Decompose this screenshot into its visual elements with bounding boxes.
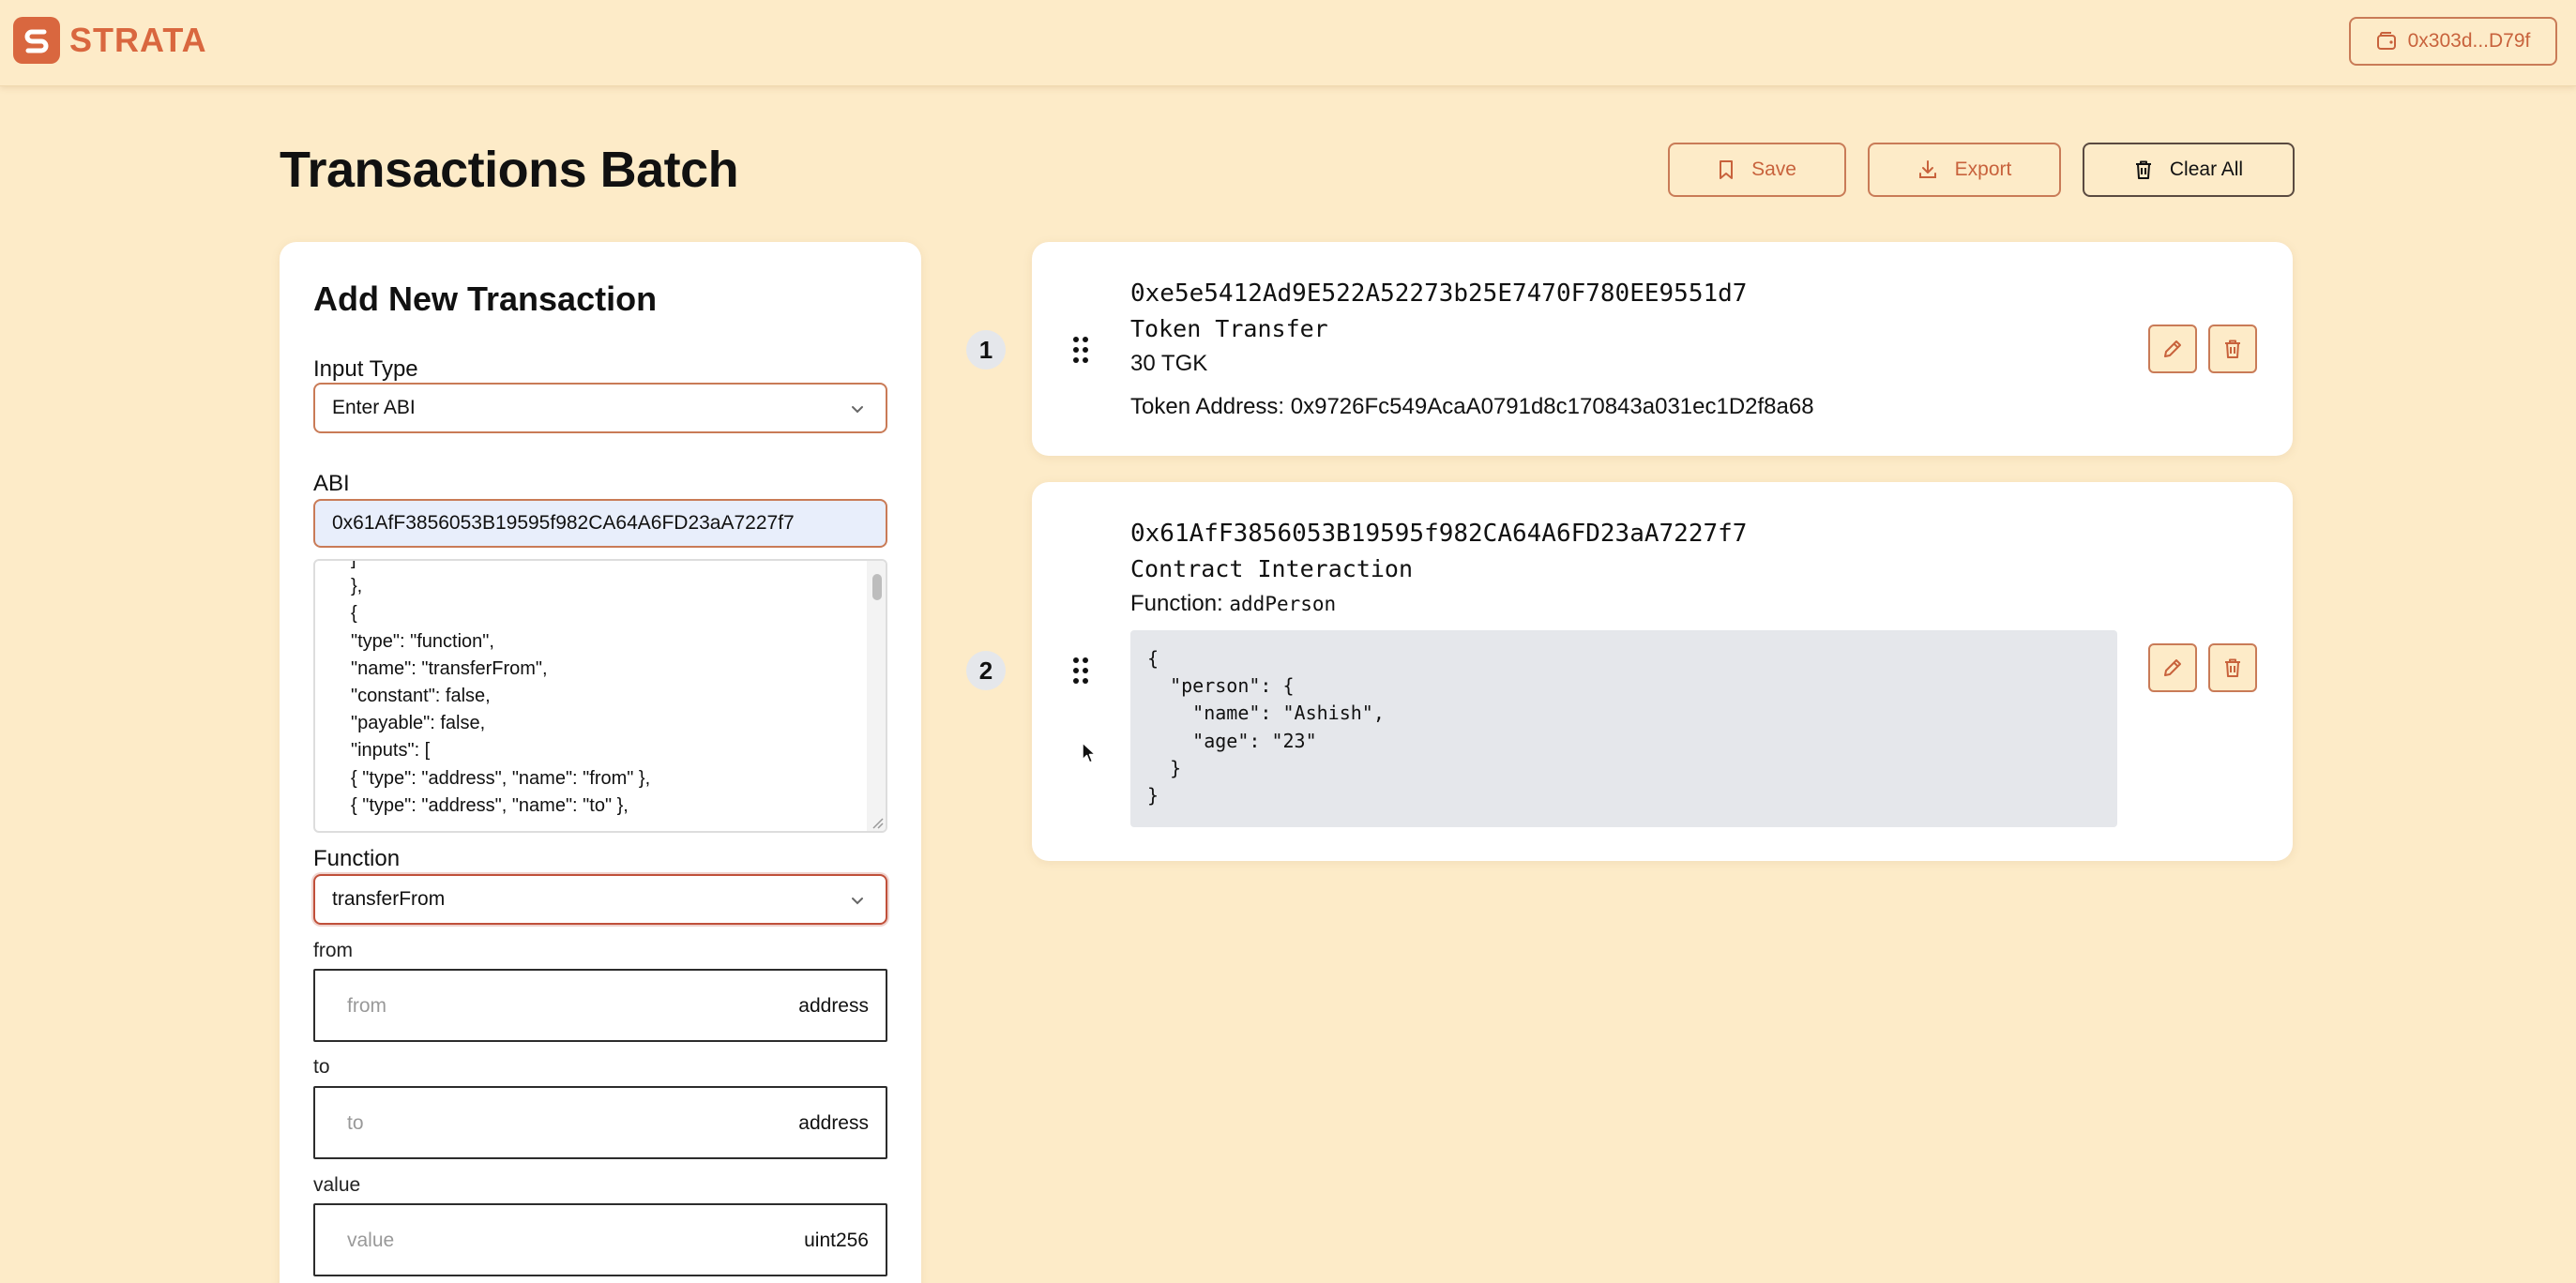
param-label-from: from: [313, 940, 353, 961]
add-transaction-card: Add New Transaction Input Type Enter ABI…: [280, 242, 921, 1283]
transaction-card: 0x61AfF3856053B19595f982CA64A6FD23aA7227…: [1032, 482, 2293, 861]
function-select[interactable]: transferFrom: [313, 874, 887, 925]
value-type: uint256: [804, 1230, 869, 1251]
abi-label: ABI: [313, 471, 350, 496]
abi-textarea[interactable]: ] }, { "type": "function", "name": "tran…: [313, 559, 887, 833]
edit-button[interactable]: [2148, 643, 2197, 692]
export-label: Export: [1954, 158, 2012, 180]
transaction-type: Contract Interaction: [1130, 555, 1414, 582]
mouse-cursor-icon: [1082, 742, 1097, 763]
to-input[interactable]: to address: [313, 1086, 887, 1159]
function-prefix: Function:: [1130, 591, 1223, 616]
input-type-value: Enter ABI: [332, 397, 416, 418]
trash-icon: [2135, 160, 2151, 179]
transaction-address: 0x61AfF3856053B19595f982CA64A6FD23aA7227…: [1130, 520, 1748, 548]
scroll-thumb[interactable]: [872, 574, 882, 600]
export-button[interactable]: Export: [1868, 143, 2061, 197]
logo-icon: [13, 17, 60, 64]
transaction-function: Function: addPerson: [1130, 591, 1336, 617]
top-bar: STRATA 0x303d...D79f: [0, 0, 2576, 86]
download-icon: [1918, 160, 1936, 178]
token-address: Token Address: 0x9726Fc549AcaA0791d8c170…: [1130, 394, 1814, 419]
transaction-number-badge: 2: [966, 651, 1006, 690]
from-input[interactable]: from address: [313, 969, 887, 1042]
delete-button[interactable]: [2208, 325, 2257, 373]
drag-handle-icon[interactable]: [1072, 657, 1089, 685]
pencil-icon: [2164, 340, 2181, 357]
wallet-address: 0x303d...D79f: [2407, 30, 2531, 52]
bookmark-icon: [1720, 160, 1734, 179]
edit-button[interactable]: [2148, 325, 2197, 373]
value-placeholder: value: [347, 1230, 395, 1251]
arguments-code-block: { "person": { "name": "Ashish", "age": "…: [1130, 630, 2117, 827]
trash-icon: [2225, 658, 2240, 677]
transaction-card: 0xe5e5412Ad9E522A52273b25E7470F780EE9551…: [1032, 242, 2293, 456]
clear-all-button[interactable]: Clear All: [2083, 143, 2295, 197]
transaction-number-badge: 1: [966, 330, 1006, 370]
transaction-address: 0xe5e5412Ad9E522A52273b25E7470F780EE9551…: [1130, 279, 1748, 308]
param-label-value: value: [313, 1174, 361, 1196]
delete-button[interactable]: [2208, 643, 2257, 692]
to-type: address: [798, 1112, 869, 1134]
save-button[interactable]: Save: [1668, 143, 1846, 197]
function-value: transferFrom: [332, 888, 446, 910]
transaction-type: Token Transfer: [1130, 315, 1328, 342]
arguments-json: { "person": { "name": "Ashish", "age": "…: [1147, 647, 1385, 808]
wallet-button[interactable]: 0x303d...D79f: [2349, 17, 2557, 66]
chevron-down-icon: [852, 898, 863, 905]
abi-text: ] }, { "type": "function", "name": "tran…: [351, 559, 651, 816]
function-name: addPerson: [1229, 593, 1337, 615]
pencil-icon: [2164, 659, 2181, 676]
from-placeholder: from: [347, 995, 386, 1017]
function-label: Function: [313, 846, 401, 871]
scrollbar[interactable]: [867, 561, 886, 831]
param-label-to: to: [313, 1056, 330, 1078]
abi-address-input[interactable]: 0x61AfF3856053B19595f982CA64A6FD23aA7227…: [313, 499, 887, 548]
chevron-down-icon: [852, 406, 863, 414]
clear-all-label: Clear All: [2169, 158, 2244, 180]
logo-text: STRATA: [69, 21, 207, 59]
input-type-label: Input Type: [313, 356, 418, 382]
input-type-select[interactable]: Enter ABI: [313, 383, 887, 433]
from-type: address: [798, 995, 869, 1017]
wallet-icon: [2376, 32, 2396, 50]
abi-address-value: 0x61AfF3856053B19595f982CA64A6FD23aA7227…: [332, 512, 795, 534]
value-input[interactable]: value uint256: [313, 1203, 887, 1276]
drag-handle-icon[interactable]: [1072, 336, 1089, 364]
transaction-amount: 30 TGK: [1130, 351, 1208, 376]
logo[interactable]: STRATA: [13, 17, 207, 64]
page-title: Transactions Batch: [280, 142, 739, 198]
to-placeholder: to: [347, 1112, 364, 1134]
resize-handle-icon[interactable]: [871, 816, 884, 829]
trash-icon: [2225, 340, 2240, 358]
save-label: Save: [1751, 158, 1796, 180]
card-title: Add New Transaction: [313, 279, 658, 318]
